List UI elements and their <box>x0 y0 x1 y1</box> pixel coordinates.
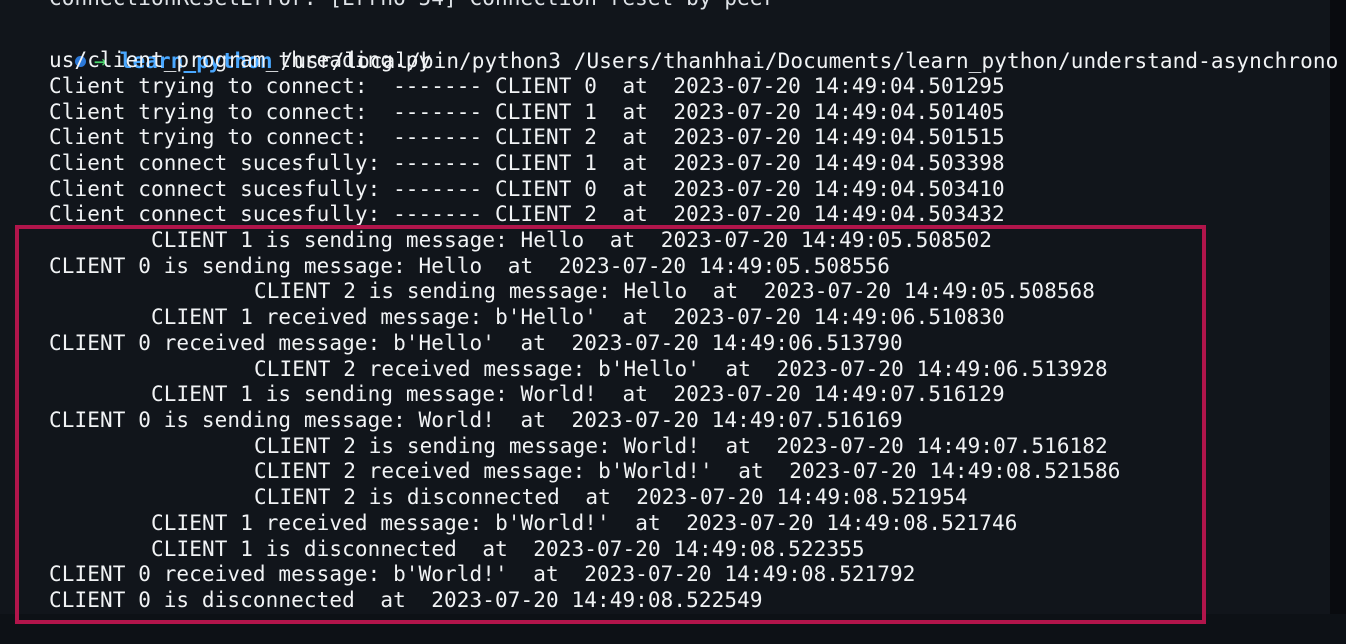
terminal-bottom-padding <box>0 614 1346 644</box>
command-text[interactable]: /usr/local/bin/python3 /Users/thanhhai/D… <box>281 49 1339 73</box>
command-wrap-line: us/client_program_threading.py <box>49 48 432 72</box>
message-line: CLIENT 2 is sending message: Hello at 20… <box>254 279 1096 303</box>
scrollbar-track[interactable] <box>1330 0 1346 644</box>
output-line: Client connect sucesfully: ------- CLIEN… <box>49 151 1005 175</box>
message-line: CLIENT 0 is sending message: Hello at 20… <box>49 254 891 278</box>
output-line: Client trying to connect: ------- CLIENT… <box>49 74 1005 98</box>
output-line: Client trying to connect: ------- CLIENT… <box>49 125 1005 149</box>
message-line: CLIENT 0 is disconnected at 2023-07-20 1… <box>49 588 763 612</box>
message-line: CLIENT 0 received message: b'World!' at … <box>49 562 916 586</box>
message-line: CLIENT 1 is disconnected at 2023-07-20 1… <box>151 537 865 561</box>
output-line: Client connect sucesfully: ------- CLIEN… <box>49 177 1005 201</box>
message-line: CLIENT 2 received message: b'Hello' at 2… <box>254 357 1108 381</box>
message-line: CLIENT 2 is disconnected at 2023-07-20 1… <box>254 485 968 509</box>
command-prompt: → learn_python/usr/local/bin/python3 /Use… <box>24 23 1338 73</box>
message-line: CLIENT 2 received message: b'World!' at … <box>254 459 1121 483</box>
message-line: CLIENT 0 received message: b'Hello' at 2… <box>49 331 903 355</box>
message-line: CLIENT 0 is sending message: World! at 2… <box>49 408 903 432</box>
message-line: CLIENT 1 is sending message: Hello at 20… <box>151 228 993 252</box>
message-line: CLIENT 1 received message: b'Hello' at 2… <box>151 305 1005 329</box>
partial-output-line: ConnectionResetError: [Errno 54] Connect… <box>49 0 775 12</box>
terminal-window: ConnectionResetError: [Errno 54] Connect… <box>0 0 1346 644</box>
output-line: Client trying to connect: ------- CLIENT… <box>49 100 1005 124</box>
message-line: CLIENT 2 is sending message: World! at 2… <box>254 434 1108 458</box>
message-line: CLIENT 1 received message: b'World!' at … <box>151 511 1018 535</box>
output-line: Client connect sucesfully: ------- CLIEN… <box>49 202 1005 226</box>
message-line: CLIENT 1 is sending message: World! at 2… <box>151 382 1005 406</box>
